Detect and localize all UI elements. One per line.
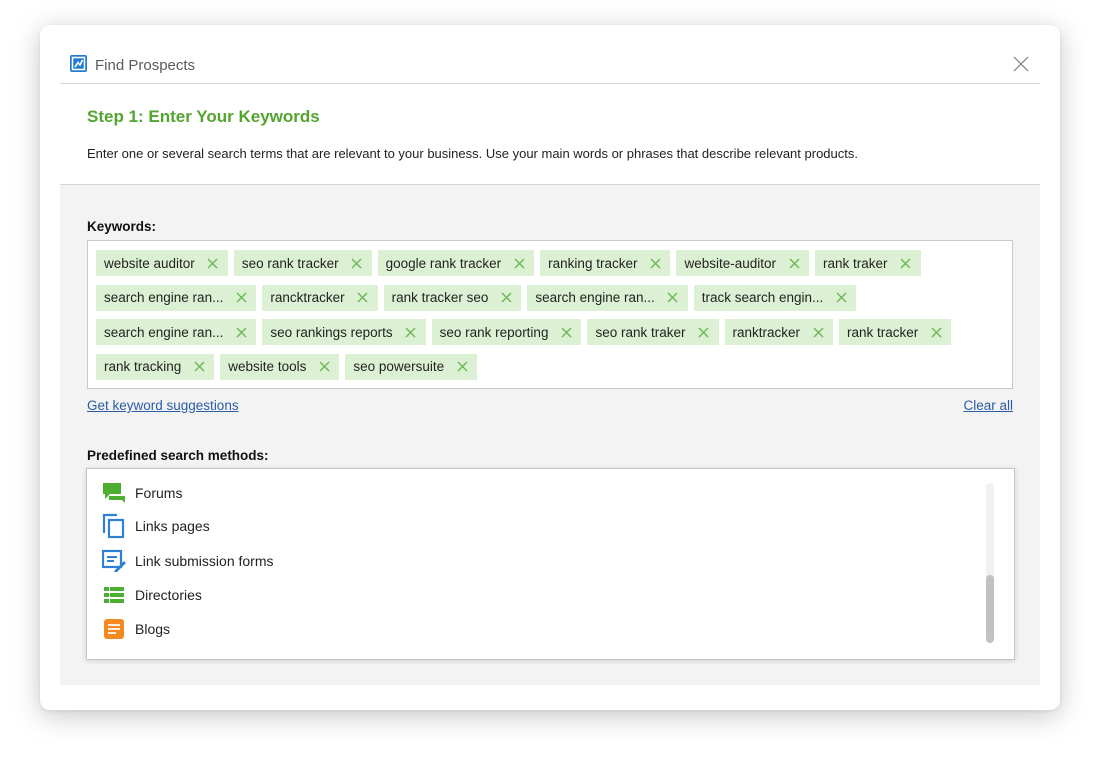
remove-keyword-icon[interactable] — [235, 326, 247, 338]
keyword-tag[interactable]: seo rankings reports — [262, 319, 426, 345]
keyword-tag[interactable]: search engine ran... — [96, 284, 257, 311]
keyword-tag[interactable]: ranktracker — [724, 319, 834, 345]
keyword-tag[interactable]: search engine ran... — [527, 284, 688, 311]
remove-keyword-icon[interactable] — [351, 257, 363, 269]
keyword-tag[interactable]: website tools — [220, 353, 340, 380]
method-label: Link submission forms — [135, 553, 274, 569]
remove-keyword-icon[interactable] — [698, 326, 710, 338]
keyword-tag-label: google rank tracker — [385, 255, 502, 271]
search-methods-list: Forums Links pages Link submission forms… — [86, 468, 1015, 660]
remove-keyword-icon[interactable] — [812, 326, 824, 338]
method-forums[interactable]: Forums — [102, 481, 182, 505]
keyword-tag-label: seo rank tracker — [241, 255, 339, 271]
remove-keyword-icon[interactable] — [500, 292, 512, 304]
keyword-tag[interactable]: website auditor — [96, 250, 228, 276]
remove-keyword-icon[interactable] — [835, 292, 847, 304]
forums-icon — [102, 481, 126, 505]
link-submission-icon — [102, 549, 126, 573]
keyword-tag-label: search engine ran... — [535, 290, 655, 305]
remove-keyword-icon[interactable] — [930, 326, 942, 338]
remove-keyword-icon[interactable] — [560, 326, 572, 338]
method-label: Directories — [135, 587, 202, 603]
keyword-tag[interactable]: track search engin... — [693, 284, 857, 311]
keyword-tag-label: website tools — [228, 359, 307, 374]
blogs-icon — [102, 617, 126, 641]
app-logo-icon — [70, 55, 87, 72]
method-blogs[interactable]: Blogs — [102, 617, 170, 641]
dialog-titlebar: Find Prospects — [60, 25, 1040, 84]
close-icon[interactable] — [1012, 55, 1030, 73]
method-link-submission-forms[interactable]: Link submission forms — [102, 549, 274, 573]
remove-keyword-icon[interactable] — [193, 361, 205, 373]
remove-keyword-icon[interactable] — [513, 257, 525, 269]
remove-keyword-icon[interactable] — [788, 257, 800, 269]
keyword-tag[interactable]: google rank tracker — [377, 250, 535, 276]
keyword-tag-label: rancktracker — [270, 290, 345, 305]
keyword-tag-row: search engine ran... seo rankings reports… — [96, 319, 1012, 345]
remove-keyword-icon[interactable] — [667, 292, 679, 304]
keyword-tag-label: rank tracking — [104, 359, 182, 374]
keyword-tag[interactable]: rank traker — [815, 250, 921, 276]
keyword-tag-label: website-auditor — [684, 255, 777, 271]
keyword-tag-label: rank tracker seo — [391, 290, 489, 305]
keyword-tag[interactable]: search engine ran... — [96, 319, 257, 345]
remove-keyword-icon[interactable] — [357, 292, 369, 304]
keyword-tag-row: website auditor seo rank tracker google ra… — [96, 250, 1012, 276]
remove-keyword-icon[interactable] — [649, 257, 661, 269]
keywords-panel: Keywords: website auditor seo rank tracke… — [60, 185, 1040, 685]
remove-keyword-icon[interactable] — [318, 361, 330, 373]
keyword-tag-label: seo powersuite — [353, 359, 445, 374]
methods-scrollbar[interactable] — [986, 483, 994, 643]
keyword-tag-label: website auditor — [104, 255, 195, 271]
keyword-tag-label: seo rank traker — [595, 324, 686, 340]
method-directories[interactable]: Directories — [102, 583, 202, 607]
search-methods-label: Predefined search methods: — [87, 448, 269, 463]
step-header: Step 1: Enter Your Keywords Enter one or… — [60, 85, 1040, 185]
method-links-pages[interactable]: Links pages — [102, 513, 210, 539]
keywords-input-box[interactable]: website auditor seo rank tracker google ra… — [87, 240, 1013, 389]
keyword-tag[interactable]: website-auditor — [676, 250, 810, 276]
step-description: Enter one or several search terms that a… — [87, 146, 858, 161]
remove-keyword-icon[interactable] — [900, 257, 912, 269]
keyword-tag[interactable]: seo rank tracker — [233, 250, 372, 276]
find-prospects-dialog: Find Prospects Step 1: Enter Your Keywor… — [40, 25, 1060, 710]
keyword-tag-label: rank tracker — [847, 324, 919, 340]
keyword-tag[interactable]: seo rank reporting — [431, 319, 582, 345]
step-title: Step 1: Enter Your Keywords — [87, 107, 320, 126]
methods-scrollbar-thumb[interactable] — [986, 575, 994, 643]
keyword-tag[interactable]: seo powersuite — [345, 353, 478, 380]
directories-icon — [102, 583, 126, 607]
keyword-tag-row: search engine ran... rancktracker rank tra… — [96, 284, 1012, 311]
remove-keyword-icon[interactable] — [456, 361, 468, 373]
keyword-tag-label: seo rankings reports — [270, 324, 393, 340]
method-label: Forums — [135, 485, 183, 501]
keyword-tag[interactable]: rank tracker — [839, 319, 952, 345]
keyword-tag-row: rank tracking website tools seo powersuite — [96, 353, 1012, 380]
keyword-tag-label: search engine ran... — [104, 290, 224, 305]
keyword-tag[interactable]: rank tracking — [96, 353, 215, 380]
get-keyword-suggestions-link[interactable]: Get keyword suggestions — [87, 398, 239, 413]
clear-all-link[interactable]: Clear all — [963, 398, 1013, 413]
keyword-tag[interactable]: ranking tracker — [540, 250, 671, 276]
method-label: Blogs — [135, 621, 171, 637]
keyword-tag-label: rank traker — [823, 255, 888, 271]
keyword-tag[interactable]: rancktracker — [262, 284, 378, 311]
keywords-label: Keywords: — [87, 219, 157, 234]
keyword-tag-label: search engine ran... — [104, 324, 224, 340]
dialog-title: Find Prospects — [95, 57, 196, 74]
keyword-tag-label: track search engin... — [701, 290, 824, 305]
keyword-tag[interactable]: seo rank traker — [587, 319, 719, 345]
remove-keyword-icon[interactable] — [405, 326, 417, 338]
keyword-tag-label: seo rank reporting — [439, 324, 549, 340]
remove-keyword-icon[interactable] — [235, 292, 247, 304]
keyword-tag[interactable]: rank tracker seo — [383, 284, 522, 311]
links-pages-icon — [102, 513, 126, 539]
keyword-tag-label: ranktracker — [732, 324, 801, 340]
method-label: Links pages — [135, 518, 210, 534]
remove-keyword-icon[interactable] — [207, 257, 219, 269]
keyword-tag-label: ranking tracker — [548, 255, 638, 271]
